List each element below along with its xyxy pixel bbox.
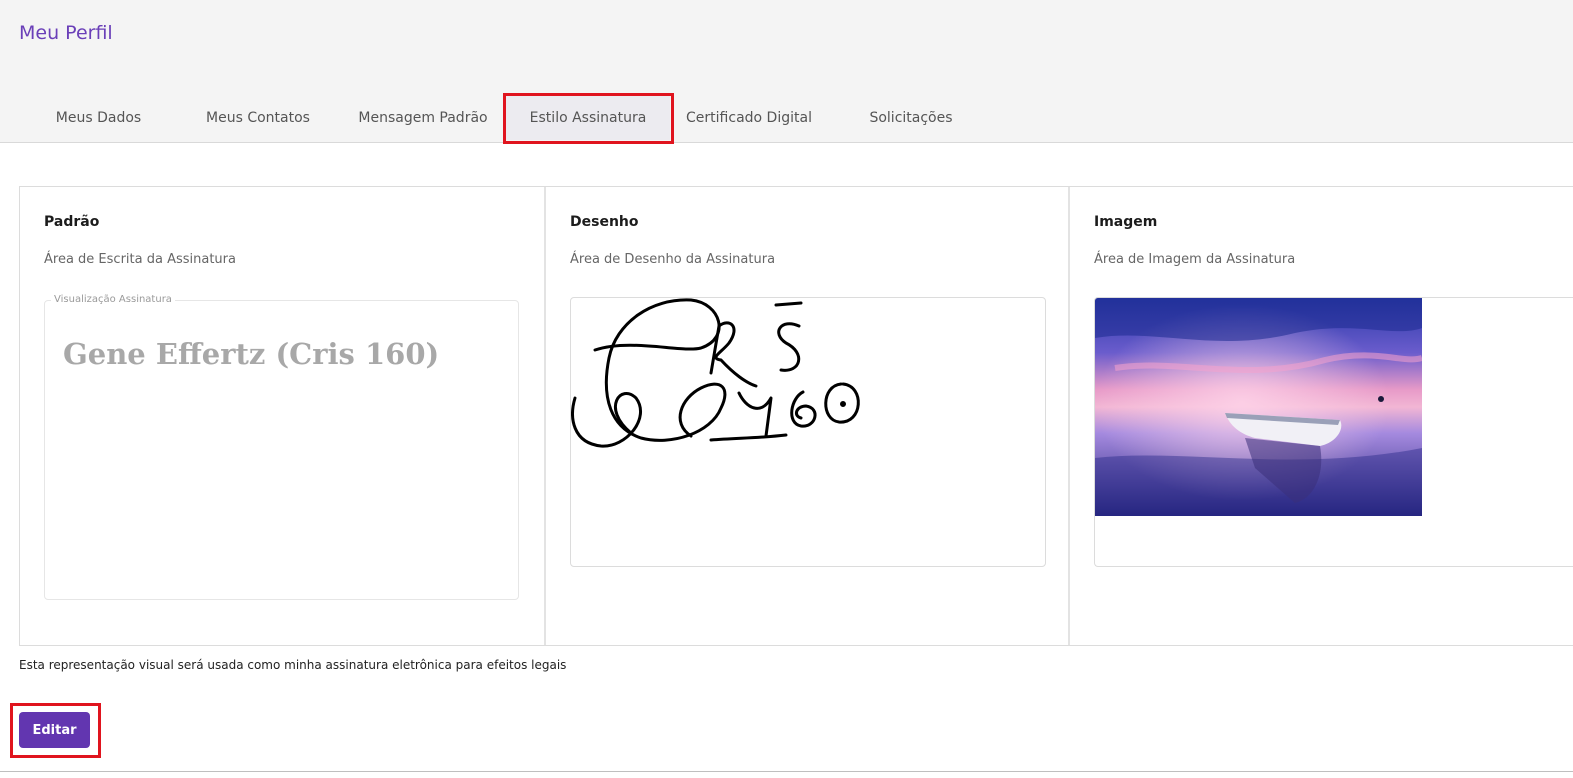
panel-title: Padrão xyxy=(44,214,100,230)
profile-header: Meu Perfil Meus Dados Meus Contatos Mens… xyxy=(0,0,1573,143)
panel-subtitle: Área de Desenho da Assinatura xyxy=(570,252,776,267)
image-upload-box[interactable] xyxy=(1094,297,1573,567)
legal-note: Esta representação visual será usada com… xyxy=(19,658,567,672)
panel-image: Imagem Área de Imagem da Assinatura xyxy=(1068,187,1573,645)
tab-label: Certificado Digital xyxy=(686,110,812,126)
tab-label: Meus Contatos xyxy=(206,110,310,126)
panel-title: Imagem xyxy=(1094,214,1158,230)
page-title: Meu Perfil xyxy=(19,22,113,44)
tab-label: Estilo Assinatura xyxy=(529,110,647,126)
signature-panels: Padrão Área de Escrita da Assinatura Vis… xyxy=(19,186,1573,646)
signature-image xyxy=(1095,298,1422,516)
tab-solicitacoes[interactable]: Solicitações xyxy=(862,96,960,140)
tab-label: Mensagem Padrão xyxy=(358,110,488,126)
signature-preview: Visualização Assinatura Gene Effertz (Cr… xyxy=(44,294,519,600)
panel-subtitle: Área de Escrita da Assinatura xyxy=(44,252,236,267)
tab-meus-dados[interactable]: Meus Dados xyxy=(42,96,155,140)
signature-text: Gene Effertz (Cris 160) xyxy=(63,337,440,371)
tab-mensagem-padrao[interactable]: Mensagem Padrão xyxy=(352,96,494,140)
panel-title: Desenho xyxy=(570,214,639,230)
divider xyxy=(0,771,1573,772)
drawn-signature xyxy=(571,298,860,448)
edit-button[interactable]: Editar xyxy=(19,712,90,748)
drawing-canvas[interactable] xyxy=(570,297,1046,567)
tab-certificado-digital[interactable]: Certificado Digital xyxy=(680,96,818,140)
tab-estilo-assinatura[interactable]: Estilo Assinatura xyxy=(506,96,670,140)
panel-subtitle: Área de Imagem da Assinatura xyxy=(1094,252,1296,267)
tab-label: Meus Dados xyxy=(55,110,142,126)
preview-legend: Visualização Assinatura xyxy=(51,294,175,305)
panel-drawing: Desenho Área de Desenho da Assinatura xyxy=(544,187,1070,645)
tab-label: Solicitações xyxy=(869,110,953,126)
panel-standard: Padrão Área de Escrita da Assinatura Vis… xyxy=(20,187,544,645)
tab-meus-contatos[interactable]: Meus Contatos xyxy=(197,96,319,140)
